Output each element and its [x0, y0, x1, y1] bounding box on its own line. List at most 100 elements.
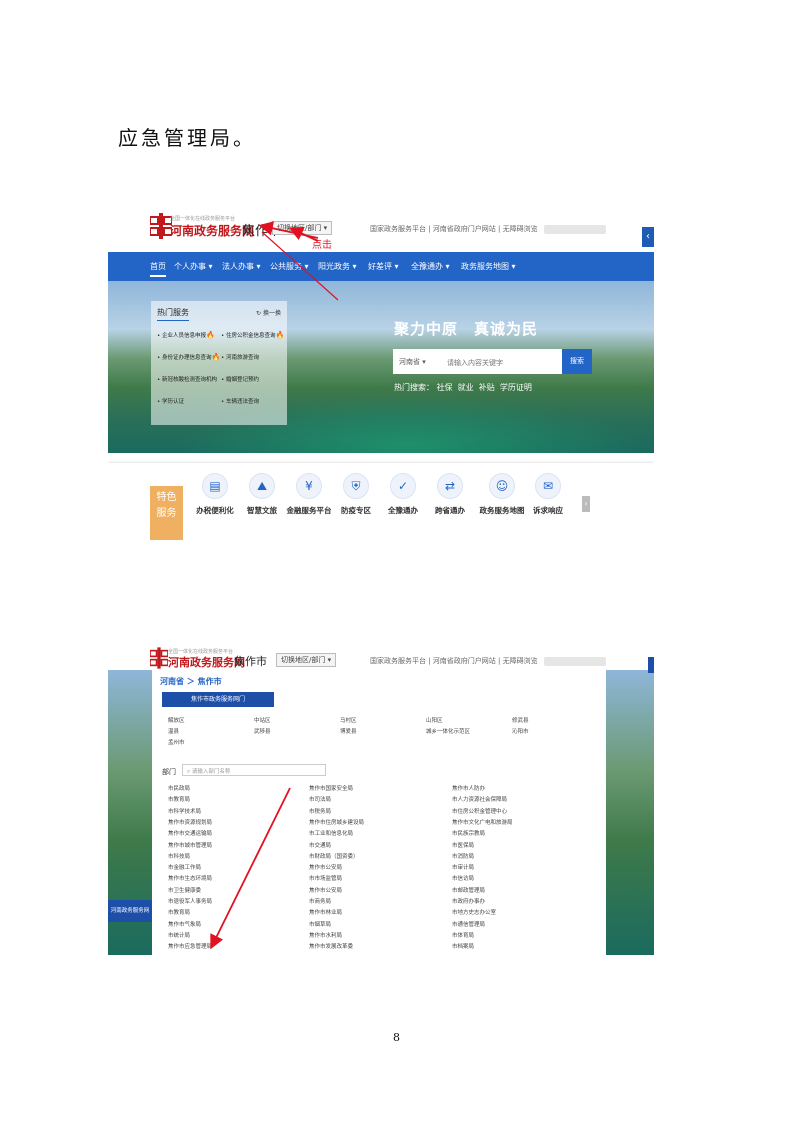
dept-item[interactable]: 焦作市气象局 [168, 920, 201, 928]
area-item[interactable]: 修武县 [512, 716, 529, 724]
hot-term[interactable]: 社保 [437, 383, 453, 392]
area-item[interactable]: 城乡一体化示范区 [426, 727, 470, 735]
dept-item[interactable]: 市退役军人事务局 [168, 897, 212, 905]
nav-corporate[interactable]: 法人办事 ▾ [222, 261, 261, 272]
area-item[interactable]: 武陟县 [254, 727, 271, 735]
dept-item[interactable]: 市烟草局 [309, 920, 331, 928]
nav-home[interactable]: 首页 [150, 261, 166, 277]
dept-item[interactable]: 市无线电管理局 [452, 954, 491, 956]
dept-item[interactable]: 市市场监管局 [309, 874, 342, 882]
area-item[interactable]: 温县 [168, 727, 179, 735]
hot-item[interactable]: • 企业人员信息申报🔥 [157, 331, 215, 339]
collapse-tab-icon[interactable]: ‹ [642, 227, 654, 247]
nav-rating[interactable]: 好差评 ▾ [368, 261, 399, 272]
dept-item[interactable]: 焦作市文化广电和旅游局 [452, 818, 513, 826]
feature-epidemic[interactable]: ⛨ 防疫专区 [331, 473, 381, 516]
search-scope-select[interactable]: 河南省 ▾ [399, 357, 426, 367]
dept-item[interactable]: 市体育局 [452, 931, 474, 939]
dept-item[interactable]: 市交通局 [309, 841, 331, 849]
nav-personal[interactable]: 个人办事 ▾ [174, 261, 213, 272]
area-item[interactable]: 沁阳市 [512, 727, 529, 735]
city-portal-button[interactable]: 焦作市政务服务网门 [162, 692, 274, 707]
dept-item[interactable]: 焦作市国家安全局 [309, 784, 353, 792]
hot-term[interactable]: 就业 [458, 383, 474, 392]
switch-region-button[interactable]: 切换地区/部门 ▾ [276, 653, 337, 667]
dept-item[interactable]: 焦作市公安局 [309, 863, 342, 871]
hot-item[interactable]: • 车辆违法查询 [221, 397, 259, 405]
dept-item[interactable]: 焦作市人防办 [452, 784, 485, 792]
feature-cross-province[interactable]: ⇄ 跨省通办 [425, 473, 475, 516]
breadcrumb[interactable]: 河南省 ＞ 焦作市 [160, 676, 222, 687]
dept-item[interactable]: 市民政局 [168, 784, 190, 792]
dept-item[interactable]: 焦作市水利局 [309, 931, 342, 939]
dept-item[interactable]: 市教育局 [168, 908, 190, 916]
hot-item[interactable]: • 新冠核酸检测查询机构 [157, 375, 217, 383]
hot-item[interactable]: • 住房公积金信息查询🔥 [221, 331, 284, 339]
area-item[interactable]: 山阳区 [426, 716, 443, 724]
dept-item[interactable]: 焦作市资源规划局 [168, 818, 212, 826]
dept-item[interactable]: 市科学技术局 [168, 807, 201, 815]
dept-item[interactable]: 焦作市生态环境局 [168, 874, 212, 882]
dept-item[interactable]: 市住房公积金管理中心 [452, 807, 507, 815]
dept-item[interactable]: 焦作市发展改革委 [309, 942, 353, 950]
dept-item[interactable]: 焦作市新型城镇化局 [309, 954, 359, 956]
dept-item[interactable]: 市财政局（国资委） [309, 852, 359, 860]
area-item[interactable]: 博爱县 [340, 727, 357, 735]
dept-item[interactable]: 市金融工作局 [168, 863, 201, 871]
dept-search-input[interactable]: ⌕ 请输入部门名称 [182, 764, 326, 776]
dept-item[interactable]: 市司法局 [309, 795, 331, 803]
dept-item[interactable]: 市科技局 [168, 852, 190, 860]
refresh-button[interactable]: ↻ 换一换 [256, 308, 281, 317]
dept-item[interactable]: 市档案局 [452, 942, 474, 950]
hot-term[interactable]: 学历证明 [500, 383, 532, 392]
switch-region-button[interactable]: 切换地区/部门 ▾ [272, 221, 333, 235]
feature-service-map[interactable]: ☺ 政务服务地图 [477, 473, 527, 516]
feature-finance[interactable]: ¥ 金融服务平台 [284, 473, 334, 516]
feature-province-wide[interactable]: ✓ 全豫通办 [378, 473, 428, 516]
dept-item[interactable]: 焦作市应急管理局 [168, 942, 212, 950]
dept-item[interactable]: 市政府办事办 [452, 897, 485, 905]
dept-item[interactable]: 市教育局 [168, 795, 190, 803]
next-arrow-icon[interactable]: › [582, 496, 590, 512]
area-item[interactable]: 孟州市 [168, 738, 185, 746]
dept-item[interactable]: 市民族宗教局 [452, 829, 485, 837]
search-button[interactable]: 搜索 [562, 349, 592, 374]
dept-item[interactable]: 市医保局 [452, 841, 474, 849]
nav-province[interactable]: 全豫通办 ▾ [411, 261, 450, 272]
dept-item[interactable]: 市通信管理局 [452, 920, 485, 928]
nav-public[interactable]: 公共服务 ▾ [270, 261, 309, 272]
dept-item[interactable]: 焦作市住房城乡建设局 [309, 818, 364, 826]
dept-item[interactable]: 市邮政管理局 [452, 886, 485, 894]
dept-item[interactable]: 焦作市交通运输局 [168, 829, 212, 837]
area-item[interactable]: 中站区 [254, 716, 271, 724]
area-item[interactable]: 解放区 [168, 716, 185, 724]
link-accessibility[interactable]: 无障碍浏览 [503, 225, 538, 233]
feature-appeal[interactable]: ✉ 诉求响应 [523, 473, 573, 516]
dept-item[interactable]: 市信访局 [452, 874, 474, 882]
feature-tax[interactable]: ▤ 办税便利化 [190, 473, 240, 516]
dept-item[interactable]: 市商务局 [309, 897, 331, 905]
dept-item[interactable]: 市工业和信息化局 [309, 829, 353, 837]
dept-item[interactable]: 焦作市城市管理局 [168, 841, 212, 849]
hot-term[interactable]: 补贴 [479, 383, 495, 392]
dept-item[interactable]: 市税务局 [309, 807, 331, 815]
dept-item[interactable]: 市统计局 [168, 931, 190, 939]
dept-item[interactable]: 市人力资源社会保障局 [452, 795, 507, 803]
dept-item[interactable]: 市地方史志办公室 [452, 908, 496, 916]
hot-item[interactable]: • 婚姻登记预约 [221, 375, 259, 383]
dept-item[interactable]: 焦作市林业局 [309, 908, 342, 916]
dept-item[interactable]: 焦作市公安局 [309, 886, 342, 894]
dept-item[interactable]: 市消防局 [452, 852, 474, 860]
nav-map[interactable]: 政务服务地图 ▾ [461, 261, 516, 272]
link-henan-portal[interactable]: 河南省政府门户网站 [433, 225, 496, 233]
feature-tourism[interactable]: ⛰ 智慧文旅 [237, 473, 287, 516]
hot-item[interactable]: • 身份证办理信息查询🔥 [157, 353, 220, 361]
hot-item[interactable]: • 河南旅游查询 [221, 353, 259, 361]
area-item[interactable]: 马村区 [340, 716, 357, 724]
dept-item[interactable]: 市卫生健康委 [168, 886, 201, 894]
nav-sunshine[interactable]: 阳光政务 ▾ [318, 261, 357, 272]
dept-item[interactable]: 市审计局 [452, 863, 474, 871]
collapse-tab-icon[interactable] [648, 657, 654, 673]
hot-item[interactable]: • 学历认证 [157, 397, 184, 405]
link-national-platform[interactable]: 国家政务服务平台 [370, 225, 426, 233]
